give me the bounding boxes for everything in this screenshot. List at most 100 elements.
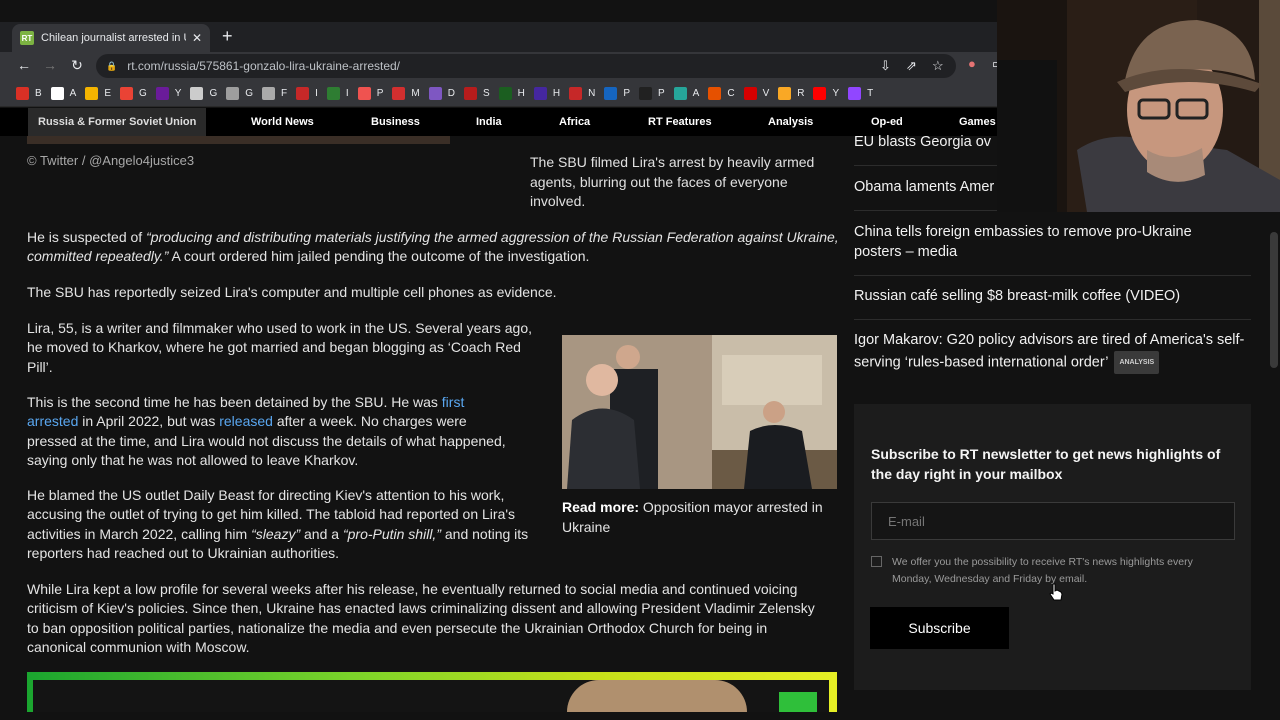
bookmark-item[interactable]: F (262, 86, 288, 100)
released-link[interactable]: released (219, 413, 273, 429)
headline-obama[interactable]: Obama laments Amer (854, 178, 997, 198)
bookmark-item[interactable]: G (120, 86, 147, 100)
bookmark-label: A (692, 87, 700, 99)
bookmark-item[interactable]: Y (813, 86, 840, 100)
nav-russia[interactable]: Russia & Former Soviet Union (28, 108, 207, 136)
nav-africa[interactable]: Africa (559, 108, 590, 136)
bookmark-item[interactable]: A (673, 86, 700, 100)
bookmark-item[interactable]: V (743, 86, 769, 100)
bookmark-item[interactable]: R (778, 86, 805, 100)
close-icon[interactable]: ✕ (192, 31, 202, 45)
nav-world-news[interactable]: World News (251, 108, 314, 136)
bookmark-label: P (658, 87, 665, 99)
nav-rt-features[interactable]: RT Features (648, 108, 712, 136)
bookmark-favicon-icon (743, 86, 757, 100)
bookmark-item[interactable]: B (16, 86, 42, 100)
paragraph-6: While Lira kept a low profile for severa… (27, 581, 815, 655)
nav-games[interactable]: Games (959, 108, 996, 136)
bottom-banner-image[interactable] (27, 672, 837, 712)
bookmark-item[interactable]: D (428, 86, 455, 100)
readmore-image[interactable] (562, 335, 837, 489)
new-tab-icon[interactable]: + (222, 26, 233, 47)
consent-checkbox[interactable] (871, 556, 882, 567)
url-text: rt.com/russia/575861-gonzalo-lira-ukrain… (127, 59, 401, 73)
share-icon[interactable]: ⇗ (906, 58, 917, 74)
hand-cursor-icon (1049, 583, 1063, 601)
bookmark-item[interactable]: I (326, 86, 349, 100)
subscribe-button[interactable]: Subscribe (870, 607, 1009, 649)
bookmark-item[interactable]: M (392, 86, 420, 100)
bookmark-item[interactable]: P (357, 86, 384, 100)
bookmark-item[interactable]: Y (155, 86, 181, 100)
bookmark-favicon-icon (428, 86, 442, 100)
bookmark-item[interactable]: S (463, 86, 490, 100)
address-bar[interactable]: 🔒 rt.com/russia/575861-gonzalo-lira-ukra… (96, 54, 956, 78)
bookmark-favicon-icon (604, 86, 618, 100)
tab-active[interactable]: RT Chilean journalist arrested in Ukr ✕ (12, 24, 210, 52)
tab-strip: RT Chilean journalist arrested in Ukr ✕ … (0, 22, 1000, 52)
nav-business[interactable]: Business (371, 108, 420, 136)
bookmark-label: C (727, 87, 735, 99)
newsletter-title: Subscribe to RT newsletter to get news h… (871, 446, 1221, 482)
scrollbar[interactable] (1270, 232, 1278, 368)
bookmark-item[interactable]: G (190, 86, 218, 100)
newsletter-box: Subscribe to RT newsletter to get news h… (854, 404, 1251, 690)
bookmark-star-icon[interactable]: ☆ (932, 58, 944, 74)
readmore-link[interactable]: Read more: Opposition mayor arrested in … (562, 498, 837, 537)
bookmark-favicon-icon (120, 86, 134, 100)
bookmark-label: S (482, 87, 490, 99)
bookmark-item[interactable]: H (498, 86, 525, 100)
headline-cafe[interactable]: Russian café selling $8 breast-milk coff… (854, 287, 1251, 307)
bookmark-label: G (245, 87, 254, 99)
tab-title: Chilean journalist arrested in Ukr (41, 32, 186, 44)
headline-makarov[interactable]: Igor Makarov: G20 policy advisors are ti… (854, 331, 1251, 374)
top-image-edge (27, 136, 450, 144)
site-nav: Russia & Former Soviet Union World News … (0, 108, 1000, 136)
bookmark-favicon-icon (16, 86, 29, 100)
lock-icon: 🔒 (106, 60, 118, 71)
bookmark-favicon-icon (190, 86, 204, 100)
bookmark-item[interactable]: N (569, 86, 595, 100)
bookmark-favicon-icon (639, 86, 652, 100)
bookmark-favicon-icon (498, 86, 512, 100)
bookmark-label: A (69, 87, 77, 99)
bookmark-favicon-icon (296, 86, 310, 100)
bookmark-label: D (447, 87, 455, 99)
analysis-badge: ANALYSIS (1114, 350, 1160, 374)
bookmark-label: P (376, 87, 384, 99)
headline-china-embassies[interactable]: China tells foreign embassies to remove … (854, 223, 1234, 262)
bookmark-label: T (867, 87, 874, 99)
paragraph-4: This is the second time he has been deta… (27, 394, 506, 468)
extension-icon[interactable]: ● (968, 56, 976, 71)
email-input[interactable] (871, 502, 1235, 540)
back-arrow-icon[interactable]: ← (15, 57, 33, 73)
bookmark-label: F (281, 87, 288, 99)
bookmark-item[interactable]: A (50, 86, 77, 100)
bookmark-item[interactable]: E (85, 86, 111, 100)
bookmark-item[interactable]: I (296, 86, 318, 100)
forward-arrow-icon[interactable]: → (41, 57, 59, 73)
bookmark-favicon-icon (357, 86, 371, 100)
nav-op-ed[interactable]: Op-ed (871, 108, 903, 136)
bookmark-item[interactable]: P (639, 86, 665, 100)
bookmark-label: G (209, 87, 218, 99)
bookmark-item[interactable]: T (848, 86, 874, 100)
nav-india[interactable]: India (476, 108, 502, 136)
bookmark-label: P (623, 87, 630, 99)
bookmark-item[interactable]: H (533, 86, 560, 100)
reload-icon[interactable]: ↻ (68, 57, 86, 74)
nav-analysis[interactable]: Analysis (768, 108, 813, 136)
bookmark-label: Y (832, 87, 840, 99)
bookmark-label: R (797, 87, 805, 99)
bookmark-item[interactable]: P (604, 86, 630, 100)
bookmark-favicon-icon (813, 86, 827, 100)
install-icon[interactable]: ⇩ (880, 58, 891, 74)
paragraph-1: He is suspected of “producing and distri… (27, 229, 839, 265)
bookmark-item[interactable]: G (226, 86, 254, 100)
paragraph-2: The SBU has reportedly seized Lira's com… (27, 284, 557, 300)
bookmark-favicon-icon (778, 86, 792, 100)
bookmark-favicon-icon (85, 86, 99, 100)
headline-eu-georgia[interactable]: EU blasts Georgia ov (854, 133, 997, 153)
bookmark-label: G (139, 87, 147, 99)
bookmark-item[interactable]: C (708, 86, 735, 100)
